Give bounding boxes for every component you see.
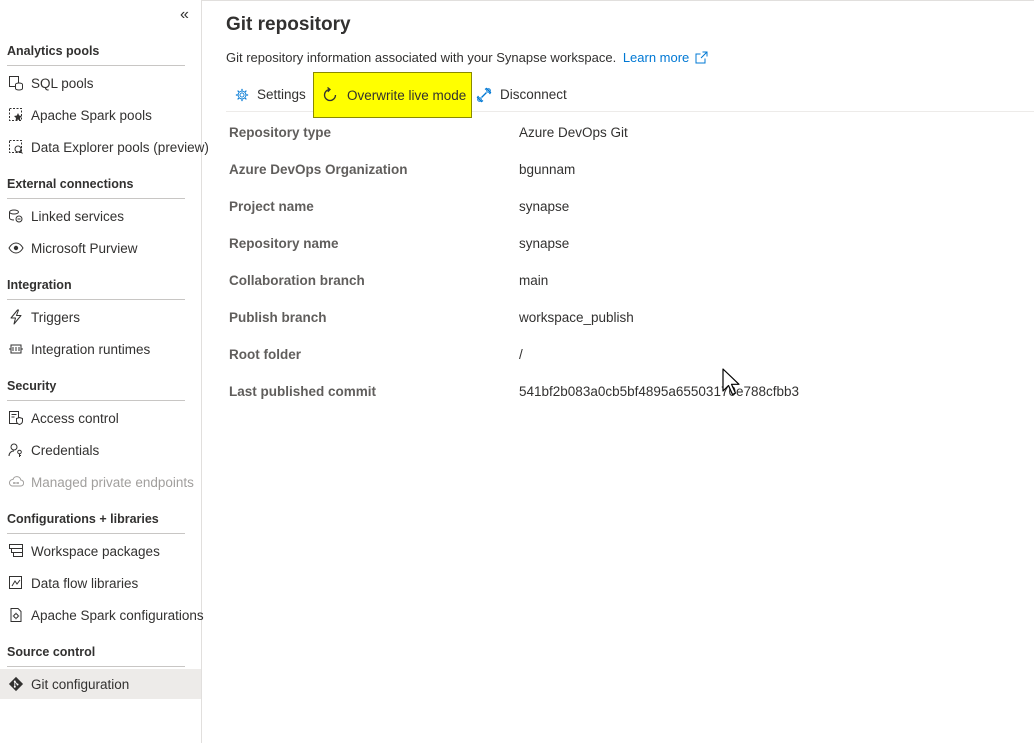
section-title-configurations-libraries: Configurations + libraries (7, 512, 159, 526)
property-label: Repository type (229, 125, 332, 140)
sidebar-item-linked-services[interactable]: Linked services (0, 201, 201, 231)
sidebar-item-git-configuration[interactable]: Git configuration (0, 669, 201, 699)
sidebar: « Analytics pools SQL pools Apache Spark… (0, 0, 209, 743)
collapse-sidebar-icon[interactable]: « (180, 7, 189, 23)
sidebar-item-label: Git configuration (31, 676, 130, 692)
property-value: 541bf2b083a0cb5bf4895a65503170e788cfbb3 (519, 384, 800, 399)
property-row-devops-organization: Azure DevOps Organization bgunnam (229, 154, 1029, 184)
sidebar-item-access-control[interactable]: Access control (0, 403, 201, 433)
property-value: Azure DevOps Git (519, 125, 628, 140)
sidebar-item-data-explorer-pools[interactable]: Data Explorer pools (preview) (0, 132, 209, 162)
sidebar-item-credentials[interactable]: Credentials (0, 435, 201, 465)
property-label: Root folder (229, 347, 301, 362)
mouse-cursor-icon (722, 368, 742, 401)
sidebar-item-label: Credentials (31, 442, 100, 458)
learn-more-label: Learn more (622, 50, 690, 65)
sidebar-item-apache-spark-pools[interactable]: Apache Spark pools (0, 100, 201, 130)
sidebar-item-data-flow-libraries[interactable]: Data flow libraries (0, 568, 201, 598)
settings-button[interactable]: Settings (235, 72, 306, 117)
toolbar: Settings Overwrite live mode Disconnect (226, 72, 1034, 118)
refresh-icon (321, 86, 339, 104)
settings-label: Settings (257, 87, 306, 102)
property-value: workspace_publish (519, 310, 634, 325)
sidebar-item-label: Apache Spark configurations (31, 607, 204, 623)
property-label: Publish branch (229, 310, 327, 325)
property-row-last-published-commit: Last published commit 541bf2b083a0cb5bf4… (229, 376, 1029, 406)
property-value: / (519, 347, 523, 362)
section-title-security: Security (7, 379, 57, 393)
property-row-repository-name: Repository name synapse (229, 228, 1029, 258)
page-description: Git repository information associated wi… (226, 50, 708, 67)
linked-services-icon (7, 207, 25, 225)
overwrite-live-mode-button[interactable]: Overwrite live mode (313, 72, 472, 118)
overwrite-label: Overwrite live mode (347, 87, 467, 103)
spark-config-icon (7, 606, 25, 624)
section-title-external-connections: External connections (7, 177, 134, 191)
section-divider (7, 198, 185, 199)
property-label: Collaboration branch (229, 273, 365, 288)
external-link-icon (695, 51, 708, 67)
property-value: bgunnam (519, 162, 576, 177)
sidebar-item-label: Data flow libraries (31, 575, 139, 591)
property-value: synapse (519, 199, 570, 214)
section-divider (7, 299, 185, 300)
sidebar-item-managed-private-endpoints: Managed private endpoints (0, 467, 201, 497)
access-control-icon (7, 409, 25, 427)
property-label: Repository name (229, 236, 339, 251)
sidebar-item-microsoft-purview[interactable]: Microsoft Purview (0, 233, 201, 263)
property-row-project-name: Project name synapse (229, 191, 1029, 221)
learn-more-link[interactable]: Learn more (623, 50, 708, 65)
property-label: Azure DevOps Organization (229, 162, 408, 177)
property-row-publish-branch: Publish branch workspace_publish (229, 302, 1029, 332)
sidebar-item-label: Workspace packages (31, 543, 160, 559)
disconnect-icon (476, 87, 492, 103)
description-text: Git repository information associated wi… (226, 50, 617, 65)
private-endpoint-icon (7, 473, 25, 491)
spark-pools-icon (7, 106, 25, 124)
gear-icon (235, 88, 249, 102)
section-divider (7, 666, 185, 667)
section-title-integration: Integration (7, 278, 72, 292)
purview-icon (7, 239, 25, 257)
property-row-root-folder: Root folder / (229, 339, 1029, 369)
sidebar-item-label: Managed private endpoints (31, 474, 194, 490)
sidebar-item-label: Apache Spark pools (31, 107, 152, 123)
main-content: Git repository Git repository informatio… (203, 0, 1034, 743)
section-title-source-control: Source control (7, 645, 96, 659)
property-row-collaboration-branch: Collaboration branch main (229, 265, 1029, 295)
packages-icon (7, 542, 25, 560)
git-icon (7, 675, 25, 693)
sidebar-item-label: Microsoft Purview (31, 240, 138, 256)
trigger-icon (7, 308, 25, 326)
section-divider (7, 65, 185, 66)
sidebar-item-integration-runtimes[interactable]: Integration runtimes (0, 334, 201, 364)
property-label: Project name (229, 199, 314, 214)
disconnect-label: Disconnect (500, 87, 567, 102)
property-value: main (519, 273, 549, 288)
sql-pools-icon (7, 74, 25, 92)
section-title-analytics-pools: Analytics pools (7, 44, 100, 58)
sidebar-item-workspace-packages[interactable]: Workspace packages (0, 536, 201, 566)
dataflow-libraries-icon (7, 574, 25, 592)
sidebar-item-sql-pools[interactable]: SQL pools (0, 68, 201, 98)
sidebar-item-apache-spark-configurations[interactable]: Apache Spark configurations (0, 600, 204, 630)
integration-runtime-icon (7, 340, 25, 358)
credentials-icon (7, 441, 25, 459)
data-explorer-icon (7, 138, 25, 156)
disconnect-button[interactable]: Disconnect (476, 72, 567, 117)
sidebar-item-triggers[interactable]: Triggers (0, 302, 201, 332)
section-divider (7, 400, 185, 401)
property-row-repository-type: Repository type Azure DevOps Git (229, 117, 1029, 147)
page-title: Git repository (226, 14, 351, 35)
sidebar-item-label: SQL pools (31, 75, 94, 91)
section-divider (7, 533, 185, 534)
property-value: synapse (519, 236, 570, 251)
sidebar-item-label: Linked services (31, 208, 125, 224)
sidebar-item-label: Data Explorer pools (preview) (31, 139, 209, 155)
property-label: Last published commit (229, 384, 377, 399)
sidebar-item-label: Integration runtimes (31, 341, 151, 357)
sidebar-item-label: Triggers (31, 309, 81, 325)
sidebar-item-label: Access control (31, 410, 119, 426)
